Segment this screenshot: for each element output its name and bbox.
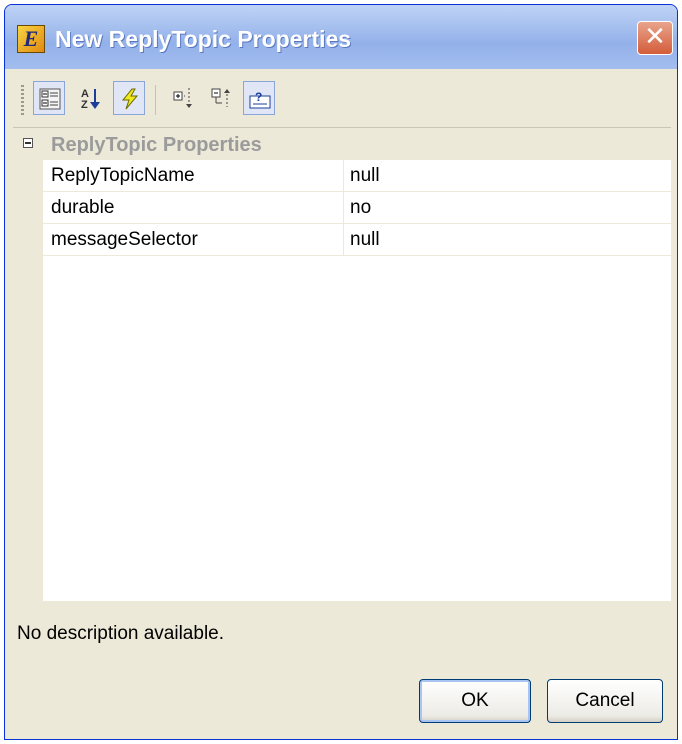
cancel-button[interactable]: Cancel <box>547 679 663 723</box>
sort-alphabetical-icon: A Z <box>81 88 100 111</box>
show-description-button[interactable]: ? <box>243 81 275 115</box>
grid-gutter <box>13 160 43 602</box>
category-row[interactable]: ReplyTopic Properties <box>13 128 671 161</box>
property-name: ReplyTopicName <box>51 165 195 186</box>
property-value[interactable]: null <box>350 229 380 251</box>
property-row-replytopicname[interactable]: ReplyTopicName null <box>43 160 671 192</box>
toolbar-separator <box>155 85 156 115</box>
toolbar: A Z ? <box>5 69 677 127</box>
events-button[interactable] <box>113 81 145 115</box>
property-row-durable[interactable]: durable no <box>43 192 671 224</box>
toolbar-grip[interactable] <box>21 85 24 115</box>
collapse-all-button[interactable] <box>205 81 237 115</box>
collapse-all-icon <box>211 88 230 107</box>
show-description-icon: ? <box>249 90 271 109</box>
column-divider <box>343 160 344 192</box>
events-icon <box>121 88 139 110</box>
collapse-category-icon[interactable] <box>23 138 33 148</box>
description-panel: No description available. <box>13 607 671 657</box>
app-logo-icon: E <box>17 25 45 53</box>
property-value[interactable]: no <box>350 197 371 219</box>
close-button[interactable]: ✕ <box>637 21 673 55</box>
property-name: durable <box>51 197 115 218</box>
expand-all-icon <box>173 88 192 108</box>
property-value[interactable]: null <box>350 165 380 187</box>
ok-button[interactable]: OK <box>419 679 531 723</box>
sort-alphabetical-button[interactable]: A Z <box>75 81 107 115</box>
categorized-view-icon <box>39 88 61 110</box>
property-name: messageSelector <box>51 229 198 250</box>
category-label: ReplyTopic Properties <box>51 134 262 156</box>
property-grid: ReplyTopic Properties ReplyTopicName nul… <box>13 127 671 602</box>
column-divider <box>343 192 344 224</box>
svg-text:Z: Z <box>81 99 88 111</box>
properties-dialog: E New ReplyTopic Properties ✕ A Z ? Repl… <box>4 4 678 740</box>
categorized-view-button[interactable] <box>33 81 65 115</box>
column-divider <box>343 224 344 256</box>
svg-text:?: ? <box>255 90 262 104</box>
title-bar[interactable]: E New ReplyTopic Properties ✕ <box>5 5 677 69</box>
description-text: No description available. <box>17 623 225 644</box>
property-row-messageselector[interactable]: messageSelector null <box>43 224 671 256</box>
window-title: New ReplyTopic Properties <box>55 26 352 52</box>
expand-all-button[interactable] <box>167 81 199 115</box>
